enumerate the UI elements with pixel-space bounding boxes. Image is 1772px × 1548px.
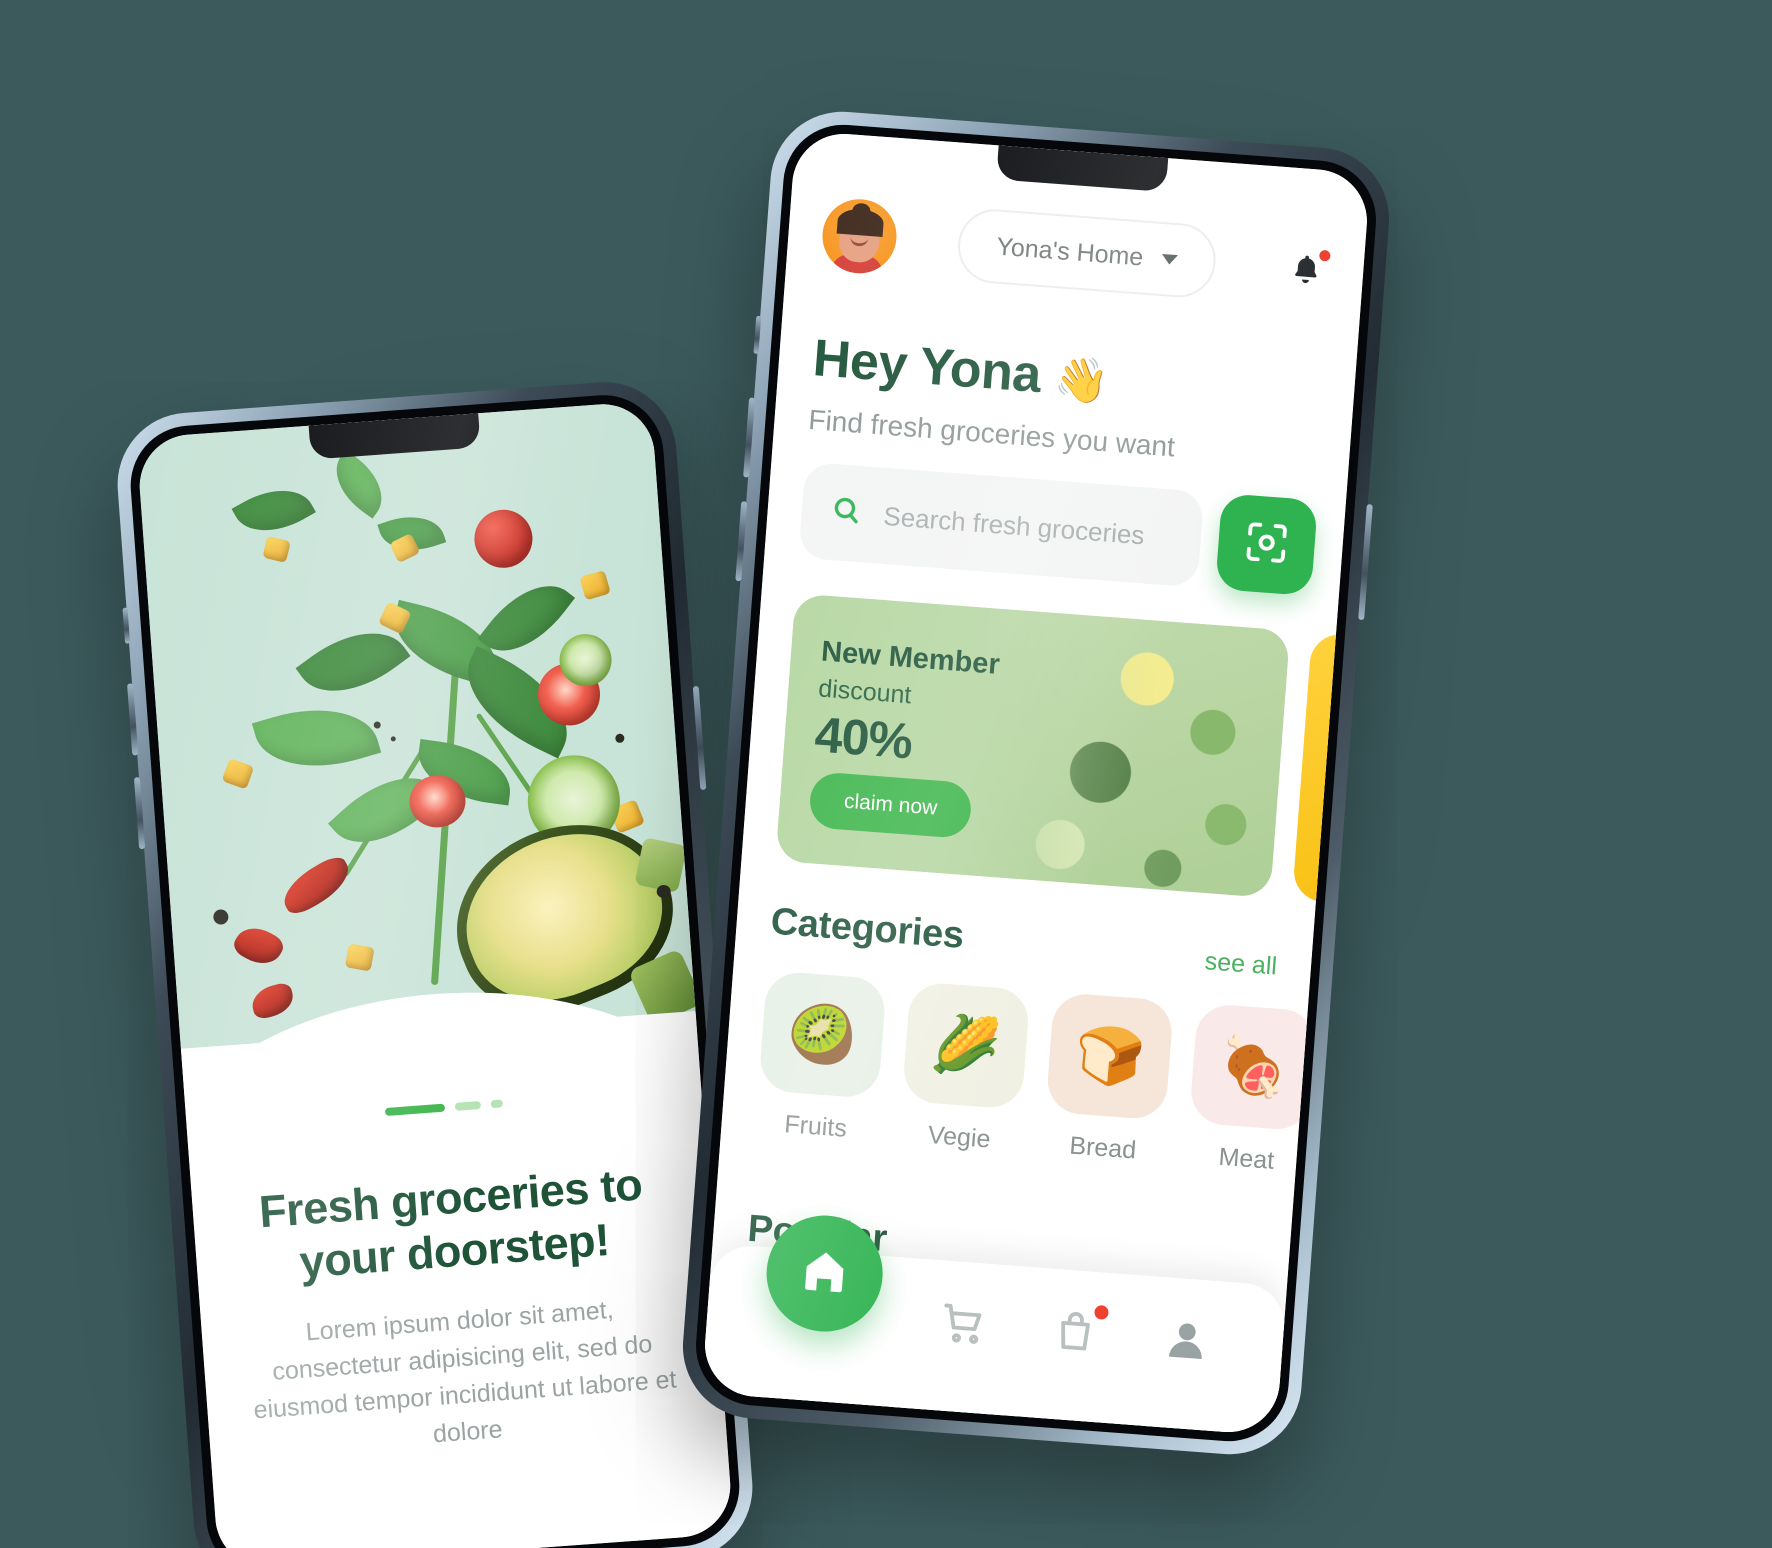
home-screen: Yona's Home Hey Yona 👋 Find fresh grocer… [701,130,1371,1436]
product-image: 🥭 [809,1416,920,1436]
phone-bezel-left: Fresh groceries to your doorstep! Lorem … [126,390,744,1548]
category-item-bread[interactable]: 🍞 Bread [1042,991,1175,1168]
pagination-dot-3[interactable] [490,1099,504,1109]
power-button [692,685,707,791]
corn-kernel [262,535,291,563]
volume-up-button [743,397,756,478]
category-label: Bread [1068,1131,1138,1165]
tab-orders[interactable] [1045,1303,1109,1363]
grocery-app: Yona's Home Hey Yona 👋 Find fresh grocer… [701,130,1371,1436]
orders-badge [1093,1304,1109,1320]
categories-see-all-link[interactable]: see all [1204,947,1278,981]
greeting-block: Hey Yona 👋 Find fresh groceries you want [807,328,1322,474]
basil-leaf [231,473,316,548]
basil-leaf [251,691,382,785]
scan-icon [1242,517,1292,571]
corn-kernel [579,570,611,601]
tab-cart[interactable] [933,1295,993,1355]
kiwi-icon: 🥝 [758,970,887,1100]
pagination-dot-2[interactable] [454,1100,482,1111]
meat-icon: 🍖 [1188,1002,1318,1132]
search-placeholder: Search fresh groceries [882,500,1146,550]
chili-pepper [230,919,287,972]
category-label: Vegie [926,1120,992,1154]
search-row: Search fresh groceries [798,461,1318,597]
volume-down-button [133,777,146,850]
search-icon [828,492,865,533]
category-label: Fruits [783,1110,848,1143]
pepper-speck [373,721,381,729]
promo-card-next[interactable] [1291,632,1371,923]
onboarding-hero-image [136,400,700,1097]
phone-mockup-left: Fresh groceries to your doorstep! Lorem … [112,377,758,1548]
categories-header: Categories see all [769,901,1279,982]
cart-icon [938,1298,988,1352]
category-item-next[interactable] [1329,1013,1371,1190]
corn-kernel [344,943,375,972]
onboarding-description: Lorem ipsum dolor sit amet, consectetur … [252,1296,678,1449]
chevron-down-icon [1160,253,1178,266]
tomato [472,507,535,570]
volume-up-button [127,683,139,756]
pepper-speck [212,908,229,926]
tab-profile[interactable] [1157,1312,1217,1372]
pagination-dot-1[interactable] [384,1103,446,1116]
basil-leaf [322,449,396,519]
location-label: Yona's Home [995,232,1145,272]
category-item-meat[interactable]: 🍖 Meat [1185,1002,1318,1179]
phone-bezel-right: Yona's Home Hey Yona 👋 Find fresh grocer… [691,120,1381,1446]
mute-switch [122,607,131,644]
categories-row[interactable]: 🥝 Fruits 🌽 Vegie 🍞 Bread 🍖 Meat [755,970,1371,1182]
volume-down-button [735,501,748,582]
waving-hand-icon: 👋 [1052,354,1111,408]
notification-badge [1316,247,1333,264]
bag-icon [1050,1306,1100,1360]
onboarding-title: Fresh groceries to your doorstep! [257,1158,644,1288]
pepper-speck [615,733,625,744]
avatar[interactable] [819,196,900,276]
greeting-text: Hey Yona [811,329,1043,405]
corn-icon: 🌽 [901,981,1031,1110]
mockup-stage: Fresh groceries to your doorstep! Lorem … [0,0,1772,1548]
onboarding-content: Fresh groceries to your doorstep! Lorem … [180,1010,734,1548]
person-icon [1161,1314,1213,1370]
mute-switch [753,315,762,354]
home-icon [797,1243,853,1304]
bread-icon: 🍞 [1045,991,1175,1121]
category-item-fruits[interactable]: 🥝 Fruits [755,970,887,1146]
corn-kernel [221,758,255,790]
category-label: Meat [1217,1142,1276,1175]
scan-button[interactable] [1215,493,1318,597]
notifications-button[interactable] [1282,245,1333,294]
categories-title: Categories [769,900,966,957]
category-tile-partial [1332,1013,1371,1143]
location-selector[interactable]: Yona's Home [955,206,1219,300]
promo-carousel[interactable]: New Member discount 40% claim now [775,593,1371,923]
phone-mockup-right: Yona's Home Hey Yona 👋 Find fresh grocer… [677,106,1395,1460]
chili-pepper [275,852,357,919]
app-topbar: Yona's Home [785,186,1366,319]
search-input[interactable]: Search fresh groceries [798,461,1205,588]
pepper-speck [390,736,396,742]
power-button [1358,504,1373,621]
promo-card-new-member[interactable]: New Member discount 40% claim now [775,593,1291,898]
chili-pepper [248,981,297,1021]
promo-copy: New Member discount 40% [813,636,1001,777]
onboarding-screen: Fresh groceries to your doorstep! Lorem … [136,400,734,1548]
category-item-vegie[interactable]: 🌽 Vegie [898,981,1031,1157]
